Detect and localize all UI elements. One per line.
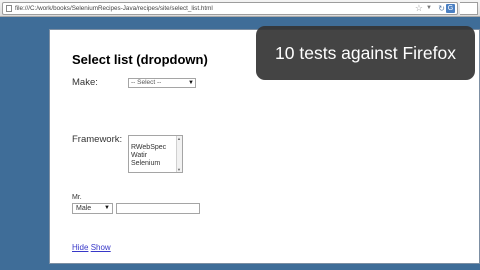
framework-option[interactable]: Watir xyxy=(131,152,147,160)
framework-option[interactable]: Selenium xyxy=(131,160,160,168)
hide-link[interactable]: Hide xyxy=(72,243,88,252)
framework-multiselect[interactable]: RWebSpec Watir Selenium ▲ ▼ xyxy=(128,135,183,173)
scroll-up-icon[interactable]: ▲ xyxy=(177,136,181,141)
chevron-down-icon: ▼ xyxy=(188,80,194,86)
search-box[interactable] xyxy=(460,2,478,15)
framework-label: Framework: xyxy=(72,134,123,145)
page-icon xyxy=(6,5,12,12)
make-selected-value: -- Select -- xyxy=(131,79,162,86)
gender-select[interactable]: Male ▼ xyxy=(72,203,113,214)
toggle-links: Hide Show xyxy=(72,243,111,252)
url-text: file:///C:/work/books/SeleniumRecipes-Ja… xyxy=(15,5,213,12)
title-label: Mr. xyxy=(72,194,82,201)
reload-icon[interactable]: ↻ xyxy=(438,3,445,14)
gender-selected-value: Male xyxy=(76,205,92,212)
overlay-caption: 10 tests against Firefox xyxy=(256,26,475,80)
page-title: Select list (dropdown) xyxy=(72,52,208,67)
make-label: Make: xyxy=(72,77,98,88)
make-select[interactable]: -- Select -- ▼ xyxy=(128,78,196,88)
address-bar[interactable]: file:///C:/work/books/SeleniumRecipes-Ja… xyxy=(2,2,458,15)
framework-option[interactable]: RWebSpec xyxy=(131,144,166,152)
browser-toolbar: file:///C:/work/books/SeleniumRecipes-Ja… xyxy=(0,0,480,17)
bookmark-star-icon[interactable]: ☆ xyxy=(415,3,423,14)
history-dropdown-icon[interactable]: ▼ xyxy=(426,3,432,14)
framework-scrollbar[interactable]: ▲ ▼ xyxy=(176,136,182,172)
scroll-down-icon[interactable]: ▼ xyxy=(177,167,181,172)
search-engine-icon[interactable]: G xyxy=(446,4,455,13)
show-link[interactable]: Show xyxy=(91,243,111,252)
name-input[interactable] xyxy=(116,203,200,214)
chevron-down-icon: ▼ xyxy=(104,205,110,211)
